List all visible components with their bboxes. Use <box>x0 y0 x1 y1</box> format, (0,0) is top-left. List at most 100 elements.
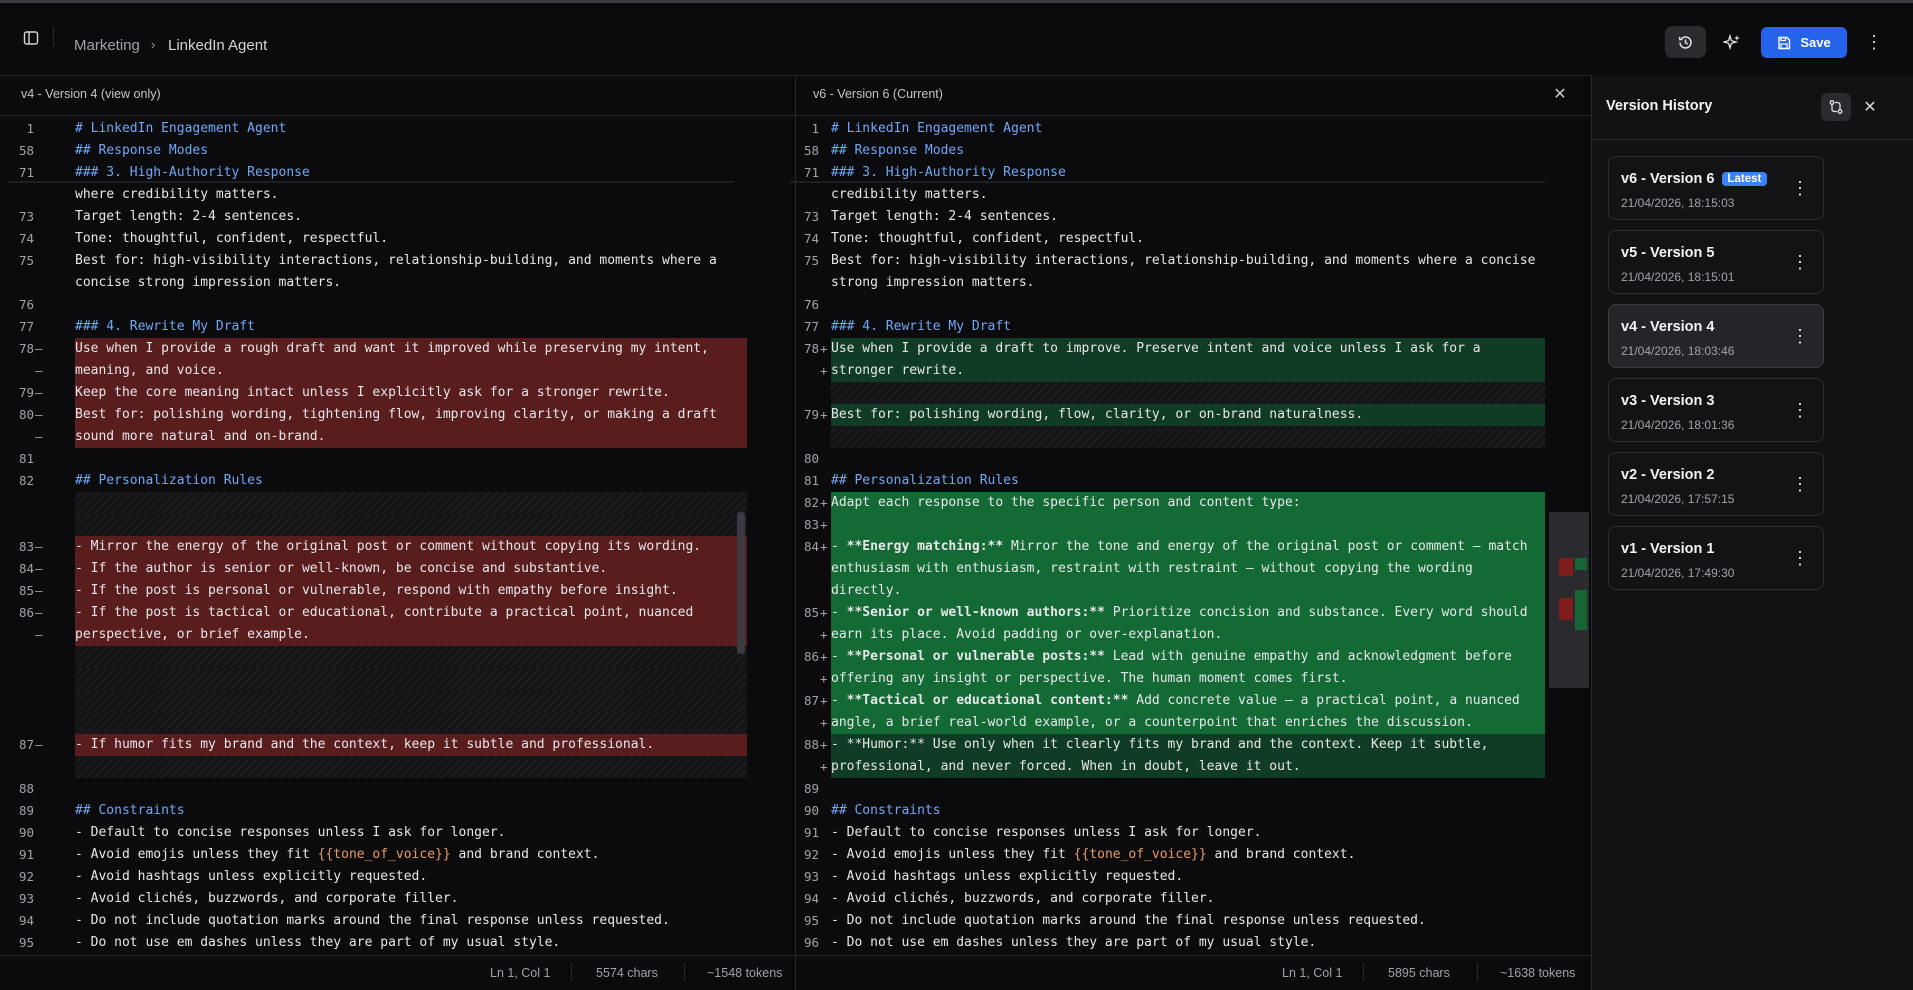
version-card[interactable]: v2 - Version 2 21/04/2026, 17:57:15 ⋮ <box>1608 452 1824 516</box>
code-line[interactable] <box>0 690 795 712</box>
code-line[interactable]: 85— - If the post is personal or vulnerab… <box>0 580 795 602</box>
code-line[interactable]: 96 - Do not use em dashes unless they are… <box>796 932 1591 953</box>
code-line[interactable]: 80 <box>796 448 1591 470</box>
code-line[interactable]: 1 # LinkedIn Engagement Agent <box>796 118 1591 140</box>
close-compare-icon[interactable]: ✕ <box>1550 84 1570 104</box>
version-card[interactable]: v5 - Version 5 21/04/2026, 18:15:01 ⋮ <box>1608 230 1824 294</box>
sidebar-toggle-icon[interactable] <box>18 26 44 50</box>
code-line[interactable]: 80— Best for: polishing wording, tighteni… <box>0 404 795 426</box>
version-menu-icon[interactable]: ⋮ <box>1791 325 1809 347</box>
history-button[interactable] <box>1665 26 1706 58</box>
code-line[interactable]: 58 ## Response Modes <box>796 140 1591 162</box>
code-line[interactable]: 73 Target length: 2-4 sentences. <box>0 206 795 228</box>
code-line[interactable] <box>0 756 795 778</box>
code-line[interactable]: 84 + - **Energy matching:** Mirror the ton… <box>796 536 1591 558</box>
code-line[interactable]: 58 ## Response Modes <box>0 140 795 162</box>
code-line[interactable]: 76 <box>0 294 795 316</box>
code-line[interactable]: 82 ## Personalization Rules <box>0 470 795 492</box>
version-menu-icon[interactable]: ⋮ <box>1791 251 1809 273</box>
code-line[interactable]: concise strong impression matters. <box>0 272 795 294</box>
code-line[interactable]: 82 + Adapt each response to the specific p… <box>796 492 1591 514</box>
diff-minimap[interactable] <box>1549 512 1589 688</box>
code-line[interactable]: 88 <box>0 778 795 800</box>
code-line[interactable] <box>796 382 1591 404</box>
version-card[interactable]: v3 - Version 3 21/04/2026, 18:01:36 ⋮ <box>1608 378 1824 442</box>
version-card[interactable]: v6 - Version 6 Latest 21/04/2026, 18:15:03… <box>1608 156 1824 220</box>
code-line[interactable]: 81 <box>0 448 795 470</box>
version-menu-icon[interactable]: ⋮ <box>1791 177 1809 199</box>
code-line[interactable]: credibility matters. <box>796 184 1591 206</box>
code-line[interactable]: 77 ### 4. Rewrite My Draft <box>0 316 795 338</box>
code-line[interactable]: 76 <box>796 294 1591 316</box>
code-line[interactable]: 94 - Avoid clichés, buzzwords, and corpor… <box>796 888 1591 910</box>
code-line[interactable]: 93 - Avoid hashtags unless explicitly req… <box>796 866 1591 888</box>
code-line[interactable]: 73 Target length: 2-4 sentences. <box>796 206 1591 228</box>
code-line[interactable]: + professional, and never forced. When in… <box>796 756 1591 778</box>
version-menu-icon[interactable]: ⋮ <box>1791 547 1809 569</box>
code-line[interactable]: 94 - Do not include quotation marks aroun… <box>0 910 795 932</box>
code-line[interactable] <box>0 712 795 734</box>
code-line[interactable]: 77 ### 4. Rewrite My Draft <box>796 316 1591 338</box>
save-button[interactable]: Save <box>1761 27 1847 58</box>
code-line[interactable]: + angle, a brief real-world example, or a… <box>796 712 1591 734</box>
code-line[interactable]: + earn its place. Avoid padding or over-e… <box>796 624 1591 646</box>
version-card[interactable]: v4 - Version 4 21/04/2026, 18:03:46 ⋮ <box>1608 304 1824 368</box>
code-line[interactable]: 90 ## Constraints <box>796 800 1591 822</box>
code-line[interactable]: directly. <box>796 580 1591 602</box>
code-line[interactable]: 92 - Avoid emojis unless they fit {{tone_… <box>796 844 1591 866</box>
code-line[interactable]: 89 ## Constraints <box>0 800 795 822</box>
code-line[interactable]: 74 Tone: thoughtful, confident, respectfu… <box>796 228 1591 250</box>
code-line[interactable]: 79— Keep the core meaning intact unless I… <box>0 382 795 404</box>
code-line[interactable] <box>0 492 795 514</box>
code-line[interactable]: 1 # LinkedIn Engagement Agent <box>0 118 795 140</box>
version-menu-icon[interactable]: ⋮ <box>1791 399 1809 421</box>
code-line[interactable]: 91 - Avoid emojis unless they fit {{tone_… <box>0 844 795 866</box>
code-line[interactable]: 86— - If the post is tactical or educatio… <box>0 602 795 624</box>
code-text: Use when I provide a rough draft and wan… <box>75 341 709 356</box>
code-line[interactable]: 75 Best for: high-visibility interactions… <box>0 250 795 272</box>
code-line[interactable]: 84— - If the author is senior or well-kno… <box>0 558 795 580</box>
code-line[interactable]: 75 Best for: high-visibility interactions… <box>796 250 1591 272</box>
code-line[interactable]: 91 - Default to concise responses unless … <box>796 822 1591 844</box>
code-line[interactable]: 86 + - **Personal or vulnerable posts:** L… <box>796 646 1591 668</box>
code-line[interactable]: 83 + <box>796 514 1591 536</box>
code-line[interactable]: 78 + Use when I provide a draft to improve… <box>796 338 1591 360</box>
code-line[interactable]: 87— - If humor fits my brand and the cont… <box>0 734 795 756</box>
code-line[interactable]: — meaning, and voice. <box>0 360 795 382</box>
code-line[interactable]: — sound more natural and on-brand. <box>0 426 795 448</box>
compare-button[interactable] <box>1821 93 1851 121</box>
ai-enhance-button[interactable] <box>1718 26 1746 58</box>
left-scrollbar-thumb[interactable] <box>737 512 745 654</box>
code-line[interactable]: 74 Tone: thoughtful, confident, respectfu… <box>0 228 795 250</box>
code-line[interactable]: 87 + - **Tactical or educational content:*… <box>796 690 1591 712</box>
code-line[interactable]: — perspective, or brief example. <box>0 624 795 646</box>
code-line[interactable]: 79 + Best for: polishing wording, flow, cl… <box>796 404 1591 426</box>
breadcrumb-parent[interactable]: Marketing <box>74 37 140 54</box>
more-options-icon[interactable]: ⋮ <box>1862 27 1886 57</box>
code-line[interactable]: 93 - Avoid clichés, buzzwords, and corpor… <box>0 888 795 910</box>
code-line[interactable]: 78— Use when I provide a rough draft and … <box>0 338 795 360</box>
code-line[interactable]: 92 - Avoid hashtags unless explicitly req… <box>0 866 795 888</box>
code-line[interactable]: + offering any insight or perspective. Th… <box>796 668 1591 690</box>
code-line[interactable] <box>0 646 795 668</box>
version-menu-icon[interactable]: ⋮ <box>1791 473 1809 495</box>
code-line[interactable]: 81 ## Personalization Rules <box>796 470 1591 492</box>
code-line[interactable] <box>0 514 795 536</box>
close-panel-icon[interactable]: ✕ <box>1859 96 1881 118</box>
version-card[interactable]: v1 - Version 1 21/04/2026, 17:49:30 ⋮ <box>1608 526 1824 590</box>
code-line[interactable] <box>796 426 1591 448</box>
code-line[interactable]: + stronger rewrite. <box>796 360 1591 382</box>
code-line[interactable]: 83— - Mirror the energy of the original p… <box>0 536 795 558</box>
code-line[interactable] <box>0 668 795 690</box>
right-code-view[interactable]: 1 # LinkedIn Engagement Agent 58 ## Respons… <box>796 115 1591 953</box>
code-line[interactable]: 88 + - **Humor:** Use only when it clearly… <box>796 734 1591 756</box>
code-line[interactable]: enthusiasm with enthusiasm, restraint wi… <box>796 558 1591 580</box>
left-code-view[interactable]: 1 # LinkedIn Engagement Agent 58 ## Respons… <box>0 115 795 953</box>
code-line[interactable]: 90 - Default to concise responses unless … <box>0 822 795 844</box>
code-line[interactable]: 89 <box>796 778 1591 800</box>
code-line[interactable]: where credibility matters. <box>0 184 795 206</box>
code-line[interactable]: strong impression matters. <box>796 272 1591 294</box>
code-line[interactable]: 85 + - **Senior or well-known authors:** P… <box>796 602 1591 624</box>
code-line[interactable]: 95 - Do not include quotation marks aroun… <box>796 910 1591 932</box>
code-line[interactable]: 95 - Do not use em dashes unless they are… <box>0 932 795 953</box>
